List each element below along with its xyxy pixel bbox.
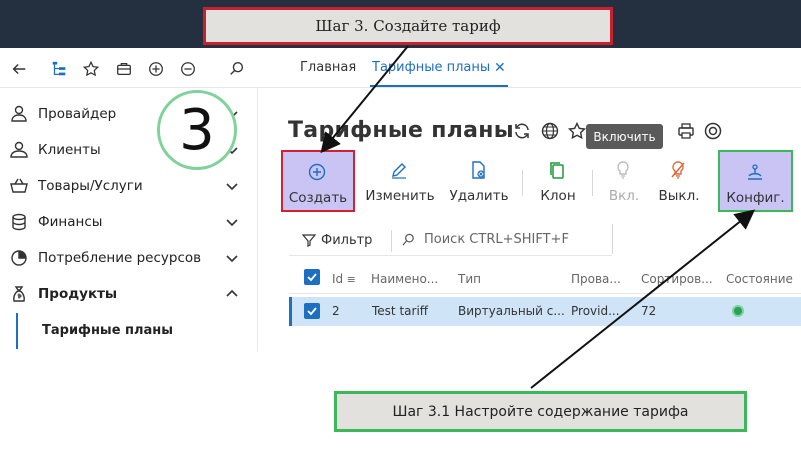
- table-row[interactable]: 2 Test tariff Виртуальный с... Provid...…: [289, 297, 801, 326]
- cell-provider: Provid...: [571, 304, 620, 318]
- cell-sort: 72: [641, 304, 657, 318]
- column-header-provider[interactable]: Прова...: [571, 272, 621, 286]
- column-header-status[interactable]: Состояние: [726, 272, 793, 286]
- chevron-down-icon: [224, 214, 240, 230]
- chevron-down-icon: [224, 250, 240, 266]
- config-icon: [745, 162, 767, 184]
- tab-close-icon[interactable]: ✕: [494, 60, 506, 76]
- pencil-icon: [389, 160, 411, 182]
- bulb-on-icon: [613, 160, 635, 182]
- pie-chart-icon: [9, 248, 29, 268]
- disable-button-label: Выкл.: [658, 188, 700, 204]
- tree-icon[interactable]: [48, 58, 70, 80]
- create-button-label: Создать: [288, 190, 348, 206]
- edit-button[interactable]: Изменить: [364, 150, 436, 212]
- row-checkbox[interactable]: [304, 303, 320, 319]
- step-number-badge: 3: [157, 90, 237, 170]
- delete-button[interactable]: Удалить: [447, 150, 511, 212]
- clone-button[interactable]: Клон: [533, 150, 583, 212]
- user-shield-icon: [9, 104, 29, 124]
- sidebar-item-finance[interactable]: Финансы: [0, 204, 258, 240]
- plus-circle-icon: [307, 162, 329, 184]
- column-header-name[interactable]: Наимено...: [371, 272, 438, 286]
- back-arrow-icon[interactable]: [8, 58, 30, 80]
- globe-icon[interactable]: [540, 121, 562, 143]
- status-active-icon: [732, 305, 744, 317]
- sidebar-item-label: Товары/Услуги: [38, 178, 143, 194]
- sidebar-item-label: Финансы: [38, 214, 103, 230]
- edit-button-label: Изменить: [365, 188, 435, 204]
- sidebar-subitem-tariff-plans[interactable]: Тарифные планы: [16, 313, 256, 349]
- search-placeholder: Поиск CTRL+SHIFT+F: [424, 232, 569, 247]
- filter-divider: [612, 224, 613, 254]
- basket-icon: [9, 176, 29, 196]
- copy-icon: [547, 160, 569, 182]
- sidebar-subitem-label: Тарифные планы: [42, 323, 174, 338]
- config-button[interactable]: Конфиг.: [718, 150, 793, 212]
- file-delete-icon: [468, 160, 490, 182]
- search-icon: [402, 233, 414, 246]
- column-header-id[interactable]: Id ≡: [332, 272, 356, 286]
- sidebar-item-label: Провайдер: [38, 106, 117, 122]
- toolbar-divider: [592, 170, 593, 196]
- delete-button-label: Удалить: [449, 188, 509, 204]
- filter-divider: [391, 230, 392, 252]
- bottom-callout: Шаг 3.1 Настройте содержание тарифа: [334, 391, 747, 432]
- table-header: Id ≡ Наимено... Тип Прова... Сортиров...…: [289, 262, 801, 294]
- toolbar-divider: [522, 170, 523, 196]
- filter-button[interactable]: Фильтр: [301, 232, 372, 248]
- collapse-all-icon[interactable]: [177, 58, 199, 80]
- sidebar-item-label: Клиенты: [38, 142, 101, 158]
- create-button[interactable]: Создать: [281, 150, 355, 212]
- cell-type: Виртуальный с...: [458, 304, 565, 318]
- money-bag-icon: [9, 284, 29, 304]
- refresh-icon[interactable]: [512, 121, 534, 143]
- coins-icon: [9, 212, 29, 232]
- config-button-label: Конфиг.: [726, 190, 785, 206]
- cell-id: 2: [332, 304, 340, 318]
- briefcase-icon[interactable]: [113, 58, 135, 80]
- filter-label: Фильтр: [321, 232, 373, 248]
- bulb-off-icon: [668, 160, 690, 182]
- column-header-type[interactable]: Тип: [458, 272, 481, 286]
- column-header-sort[interactable]: Сортиров...: [641, 272, 713, 286]
- print-icon[interactable]: [676, 121, 698, 143]
- sidebar-item-label: Потребление ресурсов: [38, 250, 202, 266]
- users-icon: [9, 140, 29, 160]
- tab-home[interactable]: Главная: [300, 60, 356, 75]
- sidebar-item-products[interactable]: Продукты: [0, 276, 258, 312]
- star-icon[interactable]: [80, 58, 102, 80]
- disable-button[interactable]: Выкл.: [654, 150, 704, 212]
- sidebar-item-goods[interactable]: Товары/Услуги: [0, 168, 258, 204]
- clone-button-label: Клон: [540, 188, 576, 204]
- page-title: Тарифные планы: [288, 118, 514, 143]
- filter-bar: Фильтр Поиск CTRL+SHIFT+F: [289, 224, 613, 256]
- top-callout: Шаг 3. Создайте тариф: [203, 7, 613, 45]
- select-all-checkbox[interactable]: [304, 269, 320, 285]
- enable-button-label: Вкл.: [608, 188, 640, 204]
- search-icon[interactable]: [226, 58, 248, 80]
- tooltip-enable: Включить: [586, 124, 663, 149]
- cell-name: Test tariff: [372, 304, 429, 318]
- chevron-down-icon: [224, 178, 240, 194]
- sidebar-item-resources[interactable]: Потребление ресурсов: [0, 240, 258, 276]
- sidebar-item-label: Продукты: [38, 286, 118, 302]
- enable-button[interactable]: Вкл.: [602, 150, 646, 212]
- tab-bar: Главная Тарифные планы: [258, 48, 801, 88]
- active-tab-indicator: [370, 85, 508, 87]
- help-lifebuoy-icon[interactable]: [703, 121, 725, 143]
- filter-icon: [301, 234, 317, 247]
- tab-tariff-plans[interactable]: Тарифные планы: [372, 60, 490, 75]
- expand-all-icon[interactable]: [145, 58, 167, 80]
- chevron-up-icon: [224, 286, 240, 302]
- sidebar-toolbar: [0, 48, 258, 88]
- search-input[interactable]: Поиск CTRL+SHIFT+F: [401, 232, 569, 247]
